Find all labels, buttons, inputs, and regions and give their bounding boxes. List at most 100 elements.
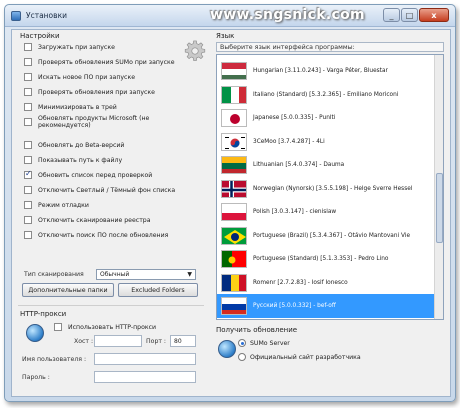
sumo-server-radio[interactable] <box>238 339 246 347</box>
option-row[interactable]: Загружать при запуске <box>24 42 115 52</box>
option-checkbox[interactable] <box>24 58 32 66</box>
host-input[interactable] <box>94 335 142 347</box>
maximize-button[interactable]: □ <box>401 8 418 22</box>
option-row[interactable]: Обновить список перед проверкой <box>24 169 153 180</box>
scan-type-value: Обычный <box>100 271 130 278</box>
update-option-sumo[interactable]: SUMo Server <box>238 338 290 348</box>
option-row[interactable]: Отключить поиск ПО после обновления <box>24 230 168 240</box>
extra-folders-button[interactable]: Дополнительные папки <box>22 283 114 297</box>
minimize-button[interactable]: _ <box>383 8 400 22</box>
option-row[interactable]: Обновлять продукты Microsoft (не рекомен… <box>24 115 168 129</box>
update-group-label: Получить обновление <box>216 326 298 334</box>
option-row[interactable]: Отключить Светлый / Тёмный фон списка <box>24 185 175 195</box>
language-scrollbar[interactable] <box>434 55 443 319</box>
option-row[interactable]: Проверять обновления при запуске <box>24 87 155 97</box>
option-checkbox[interactable] <box>24 231 32 239</box>
option-row[interactable]: Показывать путь к файлу <box>24 155 122 165</box>
option-label: Отключить сканирование реестра <box>38 216 151 224</box>
flag-hungary-icon <box>221 62 247 80</box>
language-item[interactable]: Portuguese (Standard) [5.1.3.353] - Pedr… <box>217 247 435 271</box>
option-label: Минимизировать в трей <box>38 103 117 111</box>
language-item-label: Lithuanian [5.4.0.374] - Dauma <box>253 162 345 168</box>
port-label: Порт : <box>146 338 167 345</box>
divider <box>18 305 204 306</box>
flag-brazil-icon <box>221 226 247 245</box>
language-item[interactable]: Japanese [5.0.0.335] - Punlti <box>217 106 435 130</box>
language-item[interactable]: Norwegian (Nynorsk) [3.5.5.198] - Helge … <box>217 177 435 201</box>
language-item-label: Norwegian (Nynorsk) [3.5.5.198] - Helge … <box>253 185 413 192</box>
option-checkbox[interactable] <box>24 141 32 149</box>
option-label: Загружать при запуске <box>38 43 115 51</box>
option-row[interactable]: Режим отладки <box>24 200 89 210</box>
user-label: Имя пользователя : <box>22 356 87 363</box>
language-list-header: Выберите язык интерфейса программы: <box>216 42 444 52</box>
settings-panel: Настройки Загружать при запуске Проверять… <box>11 29 451 397</box>
option-label: Обновить список перед проверкой <box>38 171 153 179</box>
user-input[interactable] <box>94 353 196 365</box>
language-item[interactable]: 3CeMoo [3.7.4.287] - 4Li <box>217 130 435 154</box>
option-checkbox[interactable] <box>24 88 32 96</box>
language-item[interactable]: Русский [5.0.0.332] - bef-off <box>217 294 435 318</box>
window-title: Установки <box>26 11 67 20</box>
watermark-text: www.sngsnick.com <box>210 7 365 23</box>
option-row[interactable]: Отключить сканирование реестра <box>24 215 151 225</box>
flag-lithuania-icon <box>221 156 247 174</box>
language-item-label: Portuguese (Standard) [5.1.3.353] - Pedr… <box>253 256 389 262</box>
language-item[interactable]: Romenr [2.7.2.83] - Iosif Ionesco <box>217 271 435 295</box>
settings-group-label: Настройки <box>20 32 60 40</box>
use-proxy-box[interactable] <box>54 323 62 331</box>
option-checkbox[interactable] <box>24 156 32 164</box>
language-item[interactable]: Portuguese (Brazil) [5.3.4.367] - Otávio… <box>217 224 435 248</box>
option-row[interactable]: Проверять обновления SUMo при запуске <box>24 57 175 67</box>
language-item[interactable]: Italiano (Standard) [5.3.2.365] - Emilia… <box>217 83 435 107</box>
excluded-folders-button[interactable]: Excluded Folders <box>118 283 198 297</box>
official-site-label: Официальный сайт разработчика <box>250 353 361 361</box>
option-checkbox[interactable] <box>24 201 32 209</box>
language-item[interactable]: Polish [3.0.3.147] - cienislaw <box>217 200 435 224</box>
option-label: Отключить поиск ПО после обновления <box>38 231 169 239</box>
title-bar[interactable]: Установки www.sngsnick.com _ □ x <box>5 5 455 27</box>
language-item-label: Русский [5.0.0.332] - bef-off <box>253 303 336 309</box>
language-list[interactable]: Hungarian [3.11.0.243] - Varga Péter, Bl… <box>216 54 444 320</box>
option-label: Проверять обновления SUMo при запуске <box>38 58 175 66</box>
globe-icon <box>26 324 44 342</box>
close-button[interactable]: x <box>419 8 449 22</box>
flag-romania-icon <box>221 273 247 292</box>
option-row[interactable]: Минимизировать в трей <box>24 102 117 112</box>
option-checkbox[interactable] <box>24 103 32 111</box>
password-input[interactable] <box>94 371 196 383</box>
scan-type-select[interactable]: Обычный ▼ <box>96 269 196 280</box>
flag-russia-icon <box>221 297 247 315</box>
option-label: Проверять обновления при запуске <box>38 88 155 96</box>
option-checkbox[interactable] <box>24 186 32 194</box>
option-label: Обновлять продукты Microsoft (не рекомен… <box>38 115 150 129</box>
option-label: Отключить Светлый / Тёмный фон списка <box>38 186 176 194</box>
port-input[interactable]: 80 <box>170 335 196 347</box>
flag-norway-icon <box>221 179 247 198</box>
settings-window: Установки www.sngsnick.com _ □ x Настрой… <box>4 4 456 402</box>
update-option-official[interactable]: Официальный сайт разработчика <box>238 352 361 362</box>
language-item[interactable]: Lithuanian [5.4.0.374] - Dauma <box>217 153 435 177</box>
language-item[interactable]: Slovak [3.7.2.283] - Gizmo[SK] <box>217 318 435 320</box>
option-checkbox[interactable] <box>24 73 32 81</box>
option-row[interactable]: Обновлять до Beta-версий <box>24 140 124 150</box>
scan-type-label: Тип сканирования <box>24 271 84 278</box>
official-site-radio[interactable] <box>238 353 246 361</box>
option-label: Обновлять до Beta-версий <box>38 141 125 149</box>
option-row[interactable]: Искать новое ПО при запуске <box>24 72 135 82</box>
scrollbar-thumb[interactable] <box>436 173 443 243</box>
language-item-label: Italiano (Standard) [5.3.2.365] - Emilia… <box>253 91 399 98</box>
language-item[interactable]: Hungarian [3.11.0.243] - Varga Péter, Bl… <box>217 59 435 83</box>
flag-portugal-icon <box>221 250 247 268</box>
use-proxy-checkbox[interactable]: Использовать HTTP-прокси <box>54 322 156 332</box>
flag-poland-icon <box>221 203 247 221</box>
sumo-server-label: SUMo Server <box>250 339 290 347</box>
language-item-label: Portuguese (Brazil) [5.3.4.367] - Otávio… <box>253 232 411 239</box>
option-checkbox[interactable] <box>24 118 32 126</box>
app-icon <box>11 10 21 21</box>
option-checkbox[interactable] <box>24 43 32 51</box>
language-item-label: Hungarian [3.11.0.243] - Varga Péter, Bl… <box>253 68 388 74</box>
option-checkbox[interactable] <box>24 216 32 224</box>
option-checkbox[interactable] <box>24 169 32 179</box>
language-item-label: 3CeMoo [3.7.4.287] - 4Li <box>253 138 325 145</box>
